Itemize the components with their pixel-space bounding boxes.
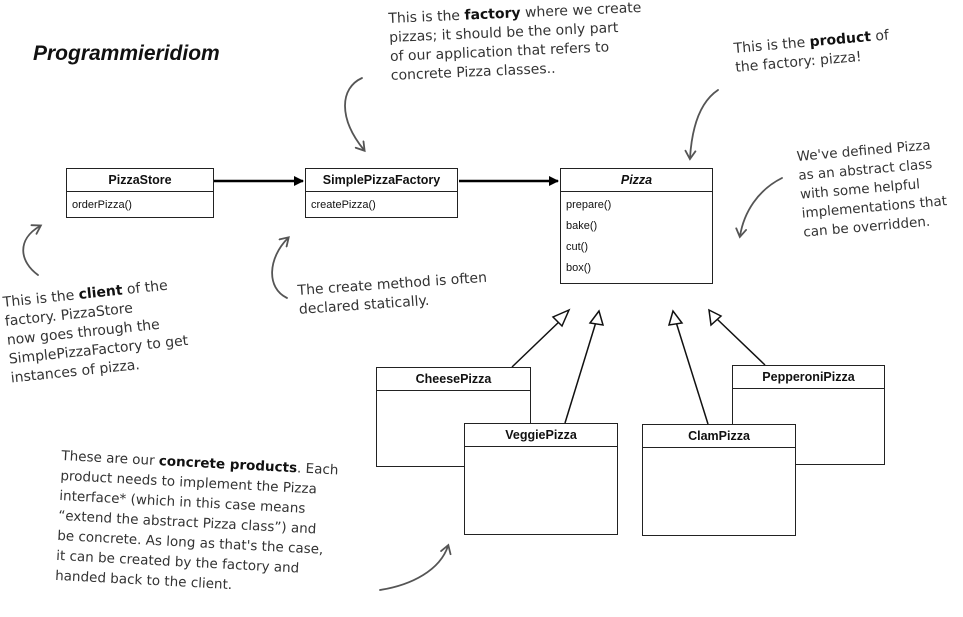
emphasis-product: product [808,28,872,51]
method-create-pizza: createPizza() [311,199,376,211]
inheritance-arrowhead-cheese [551,308,571,328]
inheritance-arrowhead-pepperoni [708,308,723,327]
method-order-pizza: orderPizza() [72,199,132,211]
class-name: ClamPizza [643,425,795,448]
method-prepare: prepare() [566,199,612,211]
class-simplepizzafactory: SimplePizzaFactory createPizza() [305,168,458,218]
note-client: This is the client of the factory. Pizza… [2,277,189,387]
method-box: box() [566,262,592,274]
inheritance-arrowhead-clam [667,309,684,326]
emphasis-client: client [77,282,124,303]
class-name: VeggiePizza [465,424,617,447]
page-title: Programmieridiom [33,42,220,65]
hand-arrow-abstract-note [735,177,783,239]
class-pizza: Pizza prepare() bake() cut() box() [560,168,713,284]
emphasis-factory: factory [464,5,521,24]
note-abstract-class: We've defined Pizza as an abstract class… [796,137,948,241]
inheritance-line-clam [675,321,709,425]
hand-arrow-create-method-note [271,236,290,299]
class-name: PepperoniPizza [733,366,884,389]
inheritance-line-pepperoni [716,318,766,366]
note-factory: This is the factory where we create pizz… [388,0,642,84]
class-pizzastore: PizzaStore orderPizza() [66,168,214,218]
inheritance-arrowhead-veggie [588,309,605,326]
note-concrete-products: These are our concrete products. Each pr… [54,447,339,594]
class-name: SimplePizzaFactory [306,169,457,192]
method-cut: cut() [566,241,588,253]
hand-arrow-factory-note [344,77,366,153]
class-name: CheesePizza [377,368,530,391]
inheritance-line-cheese [511,318,563,368]
class-name: PizzaStore [67,169,213,192]
hand-arrow-client-note [22,224,43,276]
method-bake: bake() [566,220,598,232]
class-name: Pizza [561,169,712,192]
hand-arrow-concrete-note [379,543,452,591]
class-veggiepizza: VeggiePizza [464,423,618,535]
inheritance-line-veggie [564,321,597,424]
hand-arrow-product-note [684,89,719,161]
class-clampizza: ClamPizza [642,424,796,536]
